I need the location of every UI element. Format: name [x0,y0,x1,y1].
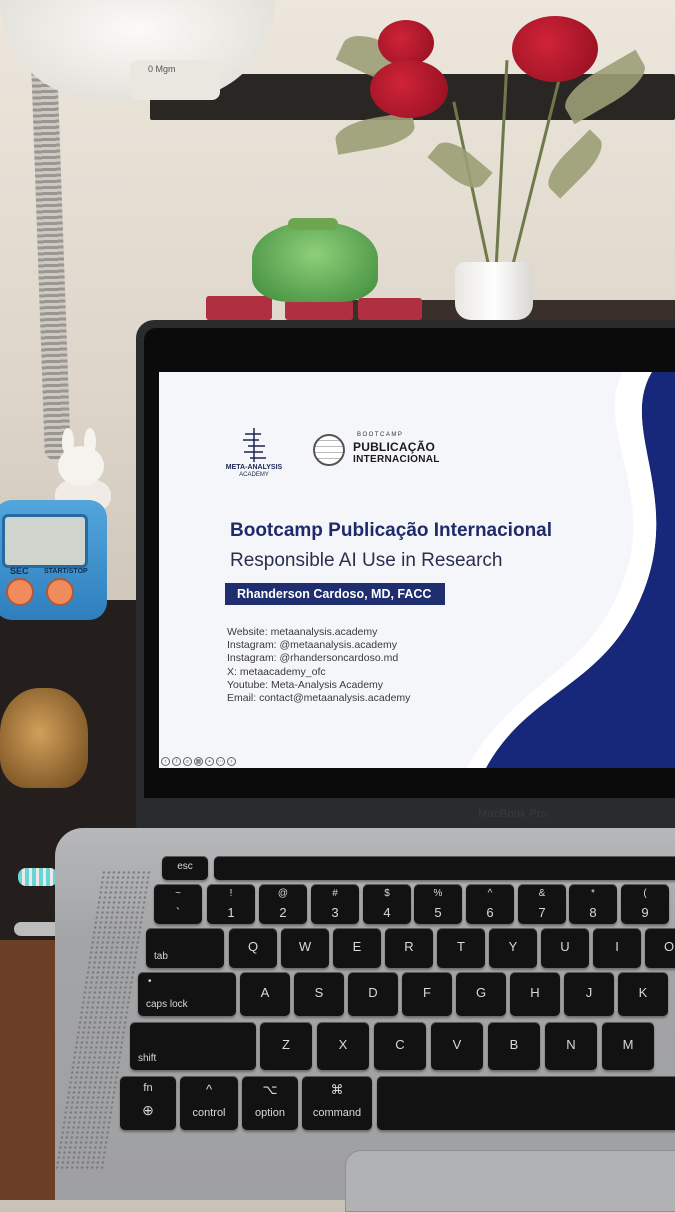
key-f[interactable]: F [402,972,452,1016]
key-option[interactable]: ⌥ option [242,1076,298,1130]
logo-right-small: BOOTCAMP [357,432,404,438]
contact-email: Email: contact@metaanalysis.academy [227,692,411,705]
key-x[interactable]: X [317,1022,369,1070]
logo-right-line1: PUBLICAÇÃO [353,440,435,454]
contact-website: Website: metaanalysis.academy [227,626,378,638]
key-2[interactable]: @2 [259,884,307,924]
green-jar [252,222,378,302]
key-backtick[interactable]: ~ ` [154,884,202,924]
key-j[interactable]: J [564,972,614,1016]
key-t[interactable]: T [437,928,485,968]
next-slide-icon[interactable]: › [227,757,236,766]
globe-icon [313,434,345,466]
key-control[interactable]: ^ control [180,1076,238,1130]
camera-icon[interactable]: ▪ [205,757,214,766]
key-8[interactable]: * 8 [569,884,617,924]
key-z[interactable]: Z [260,1022,312,1070]
slide-subtitle: Responsible AI Use in Research [230,550,503,571]
bootcamp-publicacao-logo: BOOTCAMP PUBLICAÇÃO INTERNACIONAL [313,432,453,472]
timer-display [2,514,88,568]
key-e[interactable]: E [333,928,381,968]
author-badge: Rhanderson Cardoso, MD, FACC [225,583,446,605]
timer-startstop-button [46,578,74,606]
red-box [206,296,272,320]
lamp-label: 0 Mgm [148,64,176,74]
slide-title: Bootcamp Publicação Internacional [230,520,553,541]
presentation-toolbar[interactable]: ‹ / ⌕ ▦ ▪ ⋯ › [161,757,236,767]
key-c[interactable]: C [374,1022,426,1070]
key-3[interactable]: #3 [311,884,359,924]
key-fn[interactable]: fn ⊕ [120,1076,176,1130]
contact-instagram-academy: Instagram: @metaanalysis.academy [227,639,397,652]
pen-icon[interactable]: / [172,757,181,766]
key-5[interactable]: % 5 [414,884,462,924]
key-caps-lock[interactable]: • caps lock [138,972,236,1016]
key-b[interactable]: B [488,1022,540,1070]
red-box [285,300,353,320]
cable-protector [18,868,58,886]
key-space[interactable] [377,1076,675,1130]
key-m[interactable]: M [602,1022,654,1070]
key-command[interactable]: ⌘ command [302,1076,372,1130]
timer-sec-label: SEC [10,566,29,576]
contact-instagram-personal: Instagram: @rhandersoncardoso.md [227,652,399,665]
key-shift[interactable]: shift [130,1022,256,1070]
timer-startstop-label: START/STOP [44,568,88,575]
key-w[interactable]: W [281,928,329,968]
key-q[interactable]: Q [229,928,277,968]
key-o[interactable]: O [645,928,675,968]
zoom-icon[interactable]: ⌕ [183,757,192,766]
jar-lid [288,218,338,230]
previous-slide-icon[interactable]: ‹ [161,757,170,766]
key-9[interactable]: (9 [621,884,669,924]
key-n[interactable]: N [545,1022,597,1070]
timer-sec-button [6,578,34,606]
key-1[interactable]: ! 1 [207,884,255,924]
key-s[interactable]: S [294,972,344,1016]
globe-key-icon: ⊕ [142,1102,154,1118]
rose-flower [512,16,598,82]
logo-left-sub: ACADEMY [239,472,269,478]
key-g[interactable]: G [456,972,506,1016]
key-6[interactable]: ^ 6 [466,884,514,924]
slides-grid-icon[interactable]: ▦ [194,757,203,766]
bunny-figurine-head [58,446,104,486]
meta-analysis-academy-logo: META-ANALYSIS ACADEMY [219,428,289,488]
key-h[interactable]: H [510,972,560,1016]
rose-flower [370,60,448,118]
key-7[interactable]: & 7 [518,884,566,924]
red-box [358,298,422,320]
macbook-pro-label: MacBook Pro [478,808,548,820]
key-i[interactable]: I [593,928,641,968]
laptop-screen: META-ANALYSIS ACADEMY BOOTCAMP PUBLICAÇÃ… [159,372,675,768]
key-tab[interactable]: tab [146,928,224,968]
contact-x: X: metaacademy_ofc [227,665,326,678]
key-v[interactable]: V [431,1022,483,1070]
key-u[interactable]: U [541,928,589,968]
forest-plot-icon [243,428,266,462]
white-vase [455,262,533,320]
key-4[interactable]: $4 [363,884,411,924]
key-r[interactable]: R [385,928,433,968]
key-d[interactable]: D [348,972,398,1016]
logo-left-name: META-ANALYSIS [225,464,283,471]
golden-buddha-statue [0,688,88,788]
caps-lock-indicator-icon: • [148,976,152,987]
key-k[interactable]: K [618,972,668,1016]
key-a[interactable]: A [240,972,290,1016]
touch-bar[interactable] [214,856,675,880]
key-y[interactable]: Y [489,928,537,968]
more-options-icon[interactable]: ⋯ [216,757,225,766]
logo-right-line2: INTERNACIONAL [353,454,440,465]
trackpad[interactable] [345,1150,675,1212]
contact-youtube: Youtube: Meta-Analysis Academy [227,678,384,691]
key-esc[interactable]: esc [162,856,208,880]
contact-list: Website: metaanalysis.academy Instagram:… [227,626,410,705]
